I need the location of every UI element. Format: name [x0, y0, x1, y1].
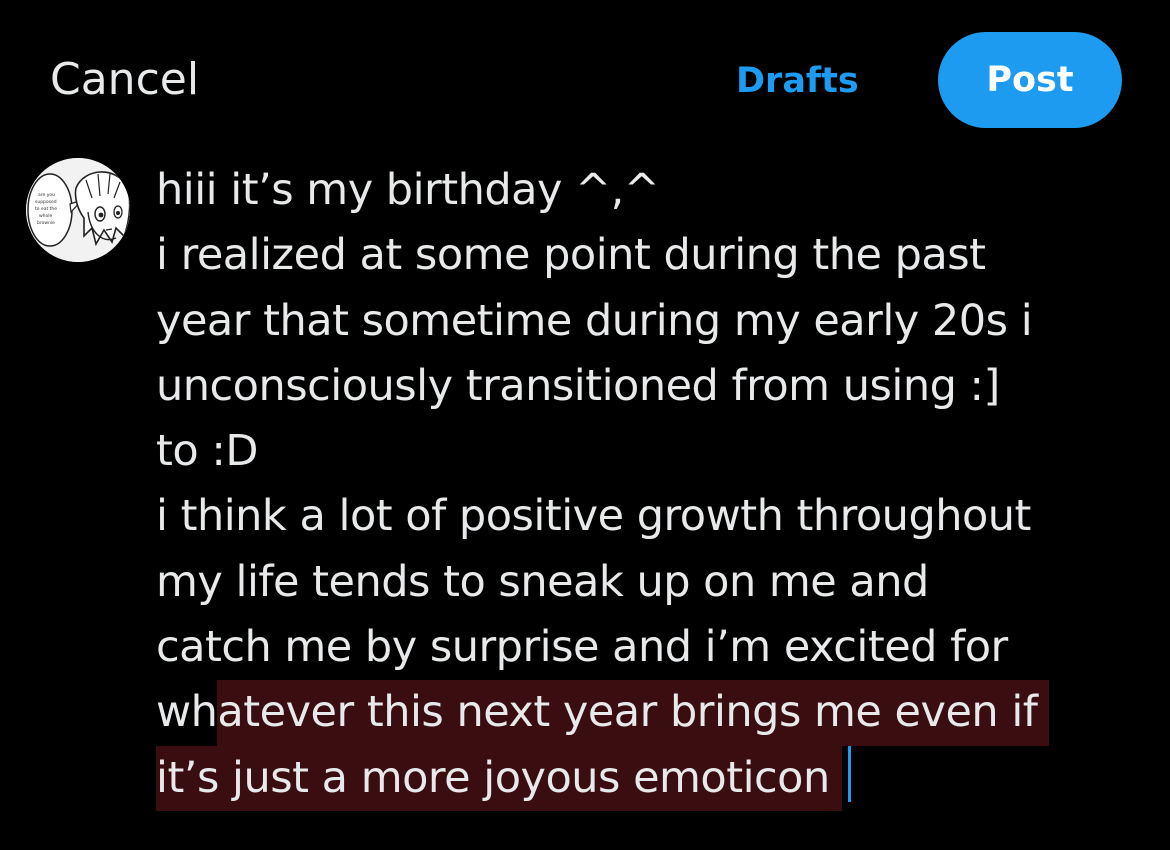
bubble-text-line2: supposed [35, 199, 57, 205]
text-line: it’s just a more joyous emoticon [156, 745, 1156, 811]
text-line: i think a lot of positive growth through… [156, 491, 1031, 542]
text-line: unconsciously transitioned from using :] [156, 360, 1000, 411]
text-cursor [847, 745, 851, 802]
text-line: whatever this next year brings me even i… [156, 680, 1156, 746]
text-line: i realized at some point during the past [156, 230, 986, 281]
text-line: to :D [156, 426, 258, 477]
text-line-plain: wh [156, 687, 218, 738]
post-button[interactable]: Post [938, 32, 1122, 128]
text-line: year that sometime during my early 20s i [156, 295, 1033, 346]
bubble-text-line3: to eat the [35, 206, 57, 212]
bubble-text-line1: are you [38, 192, 55, 198]
drafts-button[interactable]: Drafts [736, 56, 859, 106]
text-line: my life tends to sneak up on me and [156, 556, 929, 607]
cancel-button[interactable]: Cancel [50, 52, 199, 108]
avatar[interactable]: are you supposed to eat the whole browni… [26, 158, 130, 262]
selected-text: atever this next year brings me even if [217, 680, 1050, 746]
manga-character-avatar-icon: are you supposed to eat the whole browni… [26, 158, 130, 262]
compose-header: Cancel Drafts Post [0, 0, 1170, 150]
selected-text: it’s just a more joyous emoticon [156, 745, 842, 811]
bubble-text-line5: brownie [37, 220, 55, 226]
post-text-editor[interactable]: hiii it’s my birthday ^,^ i realized at … [156, 158, 1156, 811]
bubble-text-line4: whole [39, 213, 53, 219]
text-line: catch me by surprise and i’m excited for [156, 622, 1008, 673]
text-line: hiii it’s my birthday ^,^ [156, 165, 660, 215]
